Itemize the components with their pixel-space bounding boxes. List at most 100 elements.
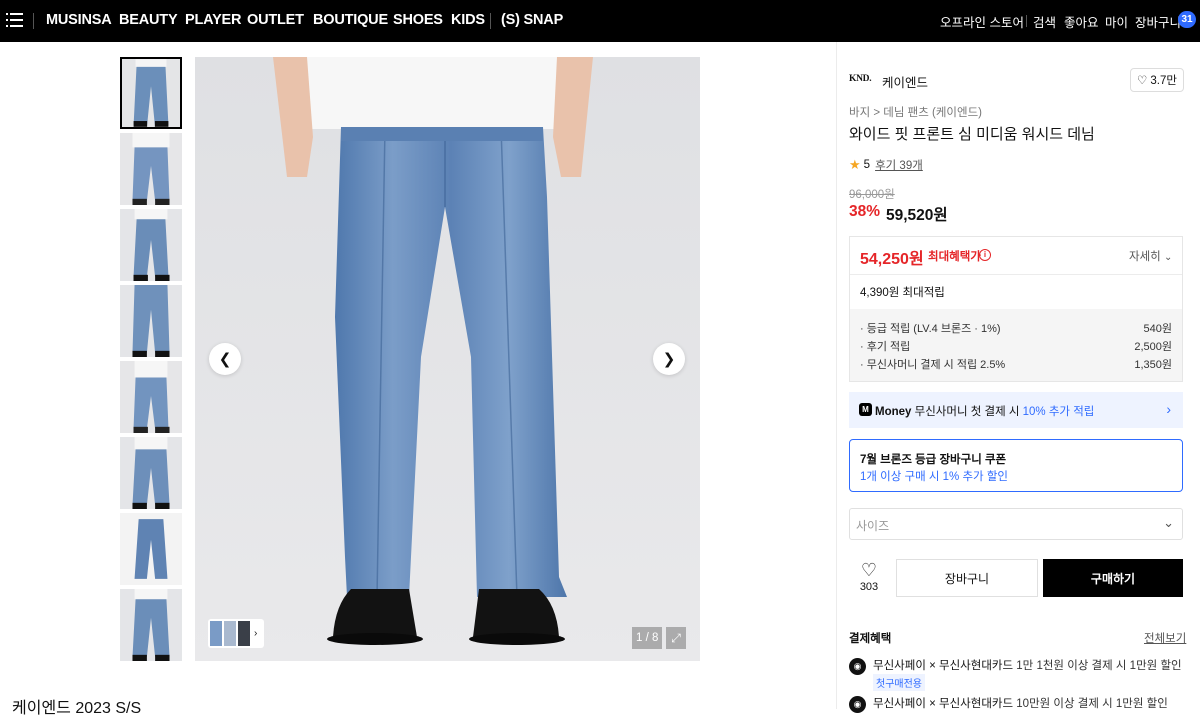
payment-benefit-title: 결제혜택 [849,633,892,645]
payment-benefit-text: 무신사페이 × 무신사현대카드 1만 1천원 이상 결제 시 1만원 할인 [873,657,1182,673]
heart-icon: ♡ [860,560,878,580]
max-benefit-label: 최대혜택가 [928,251,981,263]
nav-likes[interactable]: 좋아요 [1064,12,1099,31]
nav-item-beauty[interactable]: BEAUTY [119,12,178,28]
jeans-main-image [195,57,700,661]
nav-item-kids[interactable]: KIDS [451,12,485,28]
jeans-thumbnail-image [120,437,182,509]
payment-card-name: 무신사페이 × 무신사현대카드 [873,660,1014,672]
nav-divider [1026,15,1027,27]
chevron-down-icon: ⌄ [1163,252,1173,263]
menu-icon[interactable] [6,12,24,28]
nav-item-shoes[interactable]: SHOES [393,12,443,28]
brand-logo[interactable]: KND. [849,70,873,88]
nav-item-player[interactable]: PLAYER [185,12,241,28]
add-to-cart-button[interactable]: 장바구니 [896,559,1038,597]
benefit-header: 54,250원 최대혜택가 i 자세히 ⌄ [850,237,1182,275]
nav-search[interactable]: 검색 [1033,12,1056,31]
points-label: · 등급 적립 (LV.4 브론즈 · 1%) [860,323,1001,335]
chevron-right-icon: ❯ [662,351,676,368]
money-logo-icon: M [859,403,872,416]
jeans-thumbnail-image [120,513,182,585]
original-price: 96,000원 [849,189,895,201]
next-image-button[interactable]: ❯ [653,343,685,375]
points-row: · 등급 적립 (LV.4 브론즈 · 1%) 540원 [860,320,1172,336]
thumbnail-7[interactable] [120,513,182,585]
thumbnail-5[interactable] [120,361,182,433]
heart-icon: ♡ [1137,75,1148,87]
points-total: 4,390원 최대적립 [860,287,945,299]
points-row: · 무신사머니 결제 시 적립 2.5% 1,350원 [860,356,1172,372]
coupon-title: 7월 브론즈 등급 장바구니 쿠폰 [860,454,1007,466]
payment-card-name: 무신사페이 × 무신사현대카드 [873,698,1014,710]
coupon-banner[interactable]: 7월 브론즈 등급 장바구니 쿠폰 1개 이상 구매 시 1% 추가 할인 [849,439,1183,492]
mini-thumbnails-image [210,621,250,646]
nav-cart[interactable]: 장바구니 [1135,12,1181,31]
chevron-right-icon: › [1166,401,1171,417]
main-product-image [195,57,700,661]
thumbnail-3[interactable] [120,209,182,281]
points-list: · 등급 적립 (LV.4 브론즈 · 1%) 540원 · 후기 적립 2,5… [850,309,1182,381]
product-title: 와이드 핏 프론트 심 미디움 워시드 데님 [849,126,1095,143]
image-counter: 1 / 8 [632,627,663,649]
size-select[interactable]: 사이즈 ⌄ [849,508,1183,540]
thumbnail-2[interactable] [120,133,182,205]
points-label: · 무신사머니 결제 시 적립 2.5% [860,359,1006,371]
benefit-detail-toggle[interactable]: 자세히 ⌄ [1129,248,1172,264]
rating-summary: ★ 5 후기 39개 [849,157,923,173]
sale-price: 59,520원 [886,207,948,224]
payment-desc: 10만원 이상 결제 시 1만원 할인 [1016,698,1168,710]
money-brand: Money [875,406,912,418]
payment-desc: 1만 1천원 이상 결제 시 1만원 할인 [1016,660,1182,672]
brand-name[interactable]: 케이엔드 [882,72,928,91]
nav-item-boutique[interactable]: BOUTIQUE [313,12,388,28]
nav-item-outlet[interactable]: OUTLET [247,12,304,28]
max-benefit-price: 54,250원 [860,251,924,268]
chevron-right-icon: › [254,628,258,639]
size-placeholder: 사이즈 [856,519,890,533]
nav-item-snap[interactable]: (S) SNAP [501,12,563,28]
money-text: 무신사머니 첫 결제 시 [914,406,1020,418]
nav-offline-store[interactable]: 오프라인 스토어 [940,12,1024,31]
thumbnail-4[interactable] [120,285,182,357]
prev-image-button[interactable]: ❮ [209,343,241,375]
cart-count-badge: 31 [1178,11,1196,28]
payment-view-all-link[interactable]: 전체보기 [1144,630,1186,646]
thumbnail-1[interactable] [120,57,182,129]
discount-rate: 38% [849,203,881,220]
card-icon: ◉ [849,696,866,713]
points-value: 1,350원 [1134,359,1172,371]
mini-thumbnail-strip[interactable]: › [208,619,264,648]
rating-value: 5 [863,159,871,171]
musinsa-money-banner[interactable]: M Money 무신사머니 첫 결제 시 10% 추가 적립 › [849,392,1183,428]
benefit-box: 54,250원 최대혜택가 i 자세히 ⌄ 4,390원 최대적립 · 등급 적… [849,236,1183,382]
chevron-down-icon: ⌄ [1163,515,1174,530]
card-icon: ◉ [849,658,866,675]
nav-my[interactable]: 마이 [1105,12,1128,31]
star-icon: ★ [849,157,861,172]
breadcrumb-item[interactable]: 바지 [849,107,870,119]
jeans-thumbnail-image [120,209,182,281]
breadcrumb-separator: > [873,107,884,119]
buy-button[interactable]: 구매하기 [1043,559,1183,597]
info-icon[interactable]: i [979,249,991,261]
wishlist-count: 303 [859,581,879,593]
thumbnail-8[interactable] [120,589,182,661]
reviews-link[interactable]: 후기 39개 [875,157,923,173]
brand-like-button[interactable]: ♡ 3.7만 [1130,68,1184,92]
nav-divider [33,13,34,29]
expand-icon[interactable]: ⤢ [666,627,686,649]
thumbnail-6[interactable] [120,437,182,509]
wishlist-button[interactable]: ♡ 303 [849,560,889,598]
top-nav-bar: MUSINSA BEAUTY PLAYER OUTLET BOUTIQUE SH… [0,0,1200,42]
jeans-thumbnail-image [120,285,182,357]
chevron-left-icon: ❮ [218,351,232,368]
points-value: 2,500원 [1134,341,1172,353]
money-highlight: 10% 추가 적립 [1022,406,1095,418]
jeans-thumbnail-image [120,361,182,433]
breadcrumb-item[interactable]: 데님 팬츠 (케이엔드) [883,107,982,119]
nav-item-musinsa[interactable]: MUSINSA [46,12,112,28]
coupon-subtitle: 1개 이상 구매 시 1% 추가 할인 [860,471,1008,483]
jeans-thumbnail-image [120,133,182,205]
money-banner-text: Money 무신사머니 첫 결제 시 10% 추가 적립 [875,403,1094,419]
